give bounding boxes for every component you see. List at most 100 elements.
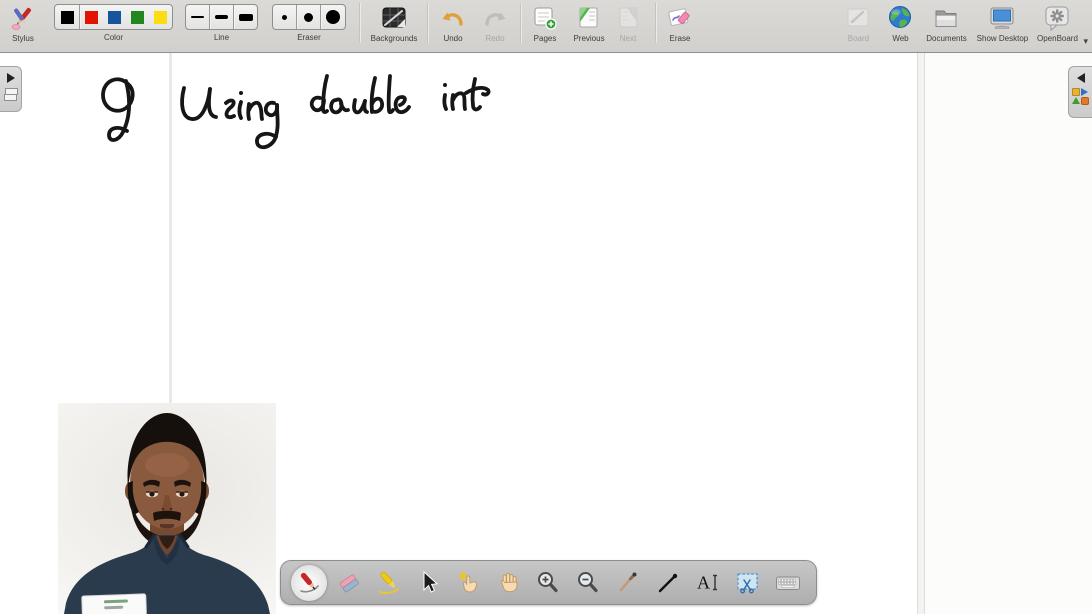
zoom-out-icon <box>574 569 602 597</box>
zoom-out-tool-button[interactable] <box>570 565 606 601</box>
show-desktop-icon <box>988 3 1016 33</box>
interact-hand-icon <box>455 569 483 597</box>
undo-label: Undo <box>443 34 462 44</box>
right-panel-tab[interactable] <box>1068 66 1092 118</box>
eraser-label: Eraser <box>297 33 321 42</box>
color-swatch-blue[interactable] <box>103 5 126 29</box>
backgrounds-button[interactable]: Backgrounds <box>367 0 421 44</box>
page-stack-icon <box>4 88 17 102</box>
eraser-medium-button[interactable] <box>297 5 321 29</box>
toolbar-separator <box>520 3 521 43</box>
next-label: Next <box>620 34 636 44</box>
color-swatch-red[interactable] <box>80 5 103 29</box>
top-toolbar: Stylus Color Line <box>0 0 1092 53</box>
line-icon <box>654 569 682 597</box>
web-icon <box>886 3 914 33</box>
line-tool-button[interactable] <box>650 565 686 601</box>
board-icon <box>844 3 872 33</box>
color-label: Color <box>104 33 123 42</box>
color-swatch-yellow[interactable] <box>149 5 172 29</box>
documents-label: Documents <box>926 34 966 44</box>
highlighter-icon <box>375 569 403 597</box>
left-panel-tab[interactable] <box>0 66 22 112</box>
library-icon <box>1072 88 1089 105</box>
selector-arrow-icon <box>415 569 443 597</box>
erase-button[interactable]: Erase <box>665 0 695 44</box>
pen-tool-button[interactable] <box>291 565 327 601</box>
backgrounds-icon <box>380 3 408 33</box>
board-label: Board <box>848 34 869 44</box>
hand-pan-icon <box>495 569 523 597</box>
eraser-small-button[interactable] <box>273 5 297 29</box>
toolbar-separator <box>359 3 360 43</box>
stylus-button[interactable]: Stylus <box>6 0 40 44</box>
handwriting-ink <box>90 60 510 165</box>
next-button[interactable]: Next <box>615 0 641 44</box>
line-medium-button[interactable] <box>210 5 234 29</box>
capture-icon <box>734 569 762 597</box>
previous-label: Previous <box>573 34 604 44</box>
line-thin-button[interactable] <box>186 5 210 29</box>
webcam-overlay <box>58 403 276 614</box>
eraser-tool-button[interactable] <box>331 565 367 601</box>
presenter-portrait <box>58 403 276 614</box>
selector-tool-button[interactable] <box>411 565 447 601</box>
color-swatch-green[interactable] <box>126 5 149 29</box>
svg-text:A: A <box>697 572 710 592</box>
erase-label: Erase <box>670 34 691 44</box>
documents-mode-button[interactable]: Documents <box>923 0 969 44</box>
next-icon <box>614 3 642 33</box>
keyboard-icon <box>774 569 802 597</box>
backgrounds-label: Backgrounds <box>371 34 418 44</box>
board-mode-button[interactable]: Board <box>843 0 873 44</box>
pages-label: Pages <box>534 34 557 44</box>
previous-button[interactable]: Previous <box>569 0 609 44</box>
stylus-label: Stylus <box>12 34 34 44</box>
pages-icon <box>531 3 559 33</box>
expand-left-icon <box>1077 73 1085 83</box>
erase-icon <box>666 3 694 33</box>
show-desktop-button[interactable]: Show Desktop <box>973 0 1031 44</box>
openboard-menu-button[interactable]: OpenBoard <box>1033 0 1081 44</box>
undo-button[interactable]: Undo <box>438 0 468 44</box>
web-label: Web <box>892 34 908 44</box>
stylus-palette: A <box>280 560 817 605</box>
openboard-icon <box>1043 3 1071 33</box>
color-swatch-black[interactable] <box>55 5 80 29</box>
interact-tool-button[interactable] <box>451 565 487 601</box>
stylus-icon <box>9 3 37 33</box>
previous-icon <box>575 3 603 33</box>
undo-icon <box>439 3 467 33</box>
pen-icon <box>295 569 323 597</box>
text-tool-button[interactable]: A <box>690 565 726 601</box>
openboard-label: OpenBoard <box>1037 34 1078 44</box>
expand-right-icon <box>7 73 15 83</box>
eraser-icon <box>335 569 363 597</box>
toolbar-separator <box>427 3 428 43</box>
eraser-large-button[interactable] <box>321 5 345 29</box>
line-label: Line <box>214 33 229 42</box>
line-group: Line <box>185 0 258 42</box>
keyboard-tool-button[interactable] <box>770 565 806 601</box>
redo-label: Redo <box>485 34 504 44</box>
pages-button[interactable]: Pages <box>530 0 560 44</box>
zoom-in-icon <box>534 569 562 597</box>
chevron-down-icon[interactable]: ▾ <box>1083 36 1088 47</box>
redo-icon <box>481 3 509 33</box>
hand-tool-button[interactable] <box>491 565 527 601</box>
show-desktop-label: Show Desktop <box>977 34 1029 44</box>
line-thick-button[interactable] <box>234 5 257 29</box>
web-mode-button[interactable]: Web <box>885 0 915 44</box>
pointer-tool-button[interactable] <box>610 565 646 601</box>
eraser-group: Eraser <box>272 0 346 42</box>
documents-icon <box>932 3 960 33</box>
text-icon: A <box>694 569 722 597</box>
page-edge-line <box>917 53 925 614</box>
highlighter-tool-button[interactable] <box>371 565 407 601</box>
redo-button[interactable]: Redo <box>480 0 510 44</box>
capture-tool-button[interactable] <box>730 565 766 601</box>
zoom-in-tool-button[interactable] <box>530 565 566 601</box>
laser-pointer-icon <box>614 569 642 597</box>
toolbar-separator <box>655 3 656 43</box>
off-page-area <box>925 53 1092 614</box>
